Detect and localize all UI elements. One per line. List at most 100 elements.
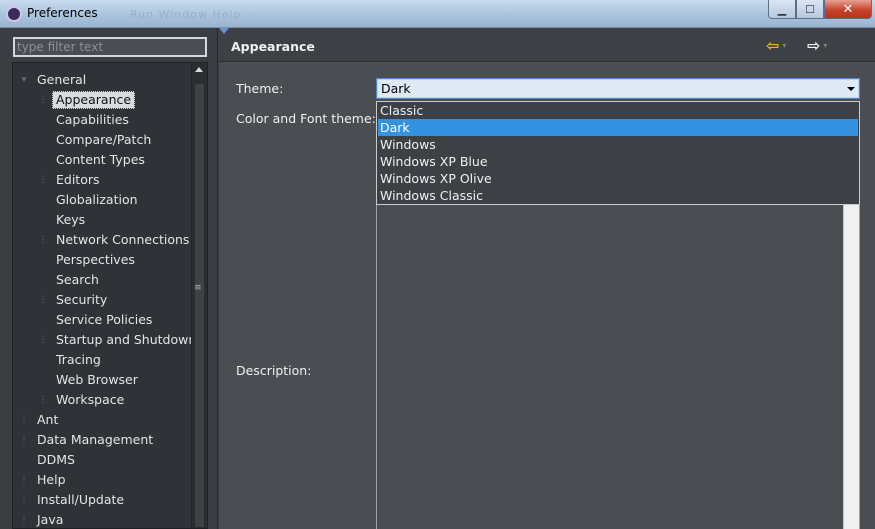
- tree-item-label: Data Management: [37, 432, 154, 447]
- tree-item-label: Capabilities: [56, 112, 129, 127]
- tree-item-label: Ant: [37, 412, 59, 427]
- description-label: Description:: [236, 363, 312, 378]
- back-button[interactable]: ⇦ ▾: [766, 35, 786, 55]
- tree-item-label: Startup and Shutdown: [56, 332, 197, 347]
- tree-item-label: Perspectives: [56, 252, 135, 267]
- tree-connector-icon: ⋮: [38, 235, 48, 245]
- theme-option-windows[interactable]: Windows: [378, 136, 858, 153]
- tree-item-appearance[interactable]: ⋮ Appearance: [13, 90, 191, 110]
- scrollbar-thumb[interactable]: [194, 83, 205, 528]
- tree-item-ddms[interactable]: DDMS: [13, 450, 191, 470]
- view-menu-icon[interactable]: [219, 28, 229, 34]
- tree-item-label: Search: [56, 272, 99, 287]
- forward-arrow-icon: ⇨: [807, 35, 821, 55]
- tree-connector-icon: ⋮: [38, 175, 48, 185]
- tree-item-compare-patch[interactable]: Compare/Patch: [13, 130, 191, 150]
- tree-connector-icon: ⋮: [19, 515, 29, 525]
- close-icon: ✕: [842, 1, 854, 17]
- tree-item-perspectives[interactable]: Perspectives: [13, 250, 191, 270]
- tree-item-label: Compare/Patch: [56, 132, 152, 147]
- tree-item-startup-and-shutdown[interactable]: ⋮ Startup and Shutdown: [13, 330, 197, 350]
- tree-item-search[interactable]: Search: [13, 270, 191, 290]
- tree-item-label: Network Connections: [56, 232, 190, 247]
- tree-item-security[interactable]: ⋮ Security: [13, 290, 191, 310]
- theme-label: Theme:: [236, 81, 284, 96]
- theme-select-value: Dark: [381, 81, 411, 96]
- preference-tree: ▾ General ⋮ Appearance Capabilities Compare/P…: [12, 62, 208, 529]
- tree-item-data-management[interactable]: ⋮ Data Management: [13, 430, 191, 450]
- theme-select[interactable]: Dark: [376, 78, 860, 99]
- tree-item-label: Help: [37, 472, 66, 487]
- filter-field[interactable]: [13, 37, 207, 57]
- tree-connector-icon: ⋮: [38, 295, 48, 305]
- tree-item-content-types[interactable]: Content Types: [13, 150, 191, 170]
- tree-item-label: Editors: [56, 172, 100, 187]
- tree-connector-icon: ⋮: [38, 95, 48, 105]
- scrollbar-grip-icon: ≡: [194, 283, 202, 293]
- window-title: Preferences: [27, 6, 98, 20]
- tree-item-label: Workspace: [56, 392, 125, 407]
- eclipse-app-icon: [6, 6, 22, 22]
- back-arrow-icon: ⇦: [766, 35, 780, 55]
- preferences-navigation-pane: ▾ General ⋮ Appearance Capabilities Compare/P…: [0, 28, 218, 529]
- description-scrollbar[interactable]: [843, 205, 859, 529]
- tree-connector-icon: ⋮: [38, 335, 48, 345]
- close-button[interactable]: ✕: [824, 0, 872, 19]
- forward-dropdown-icon[interactable]: ▾: [823, 41, 827, 50]
- tree-item-label: Service Policies: [56, 312, 153, 327]
- tree-connector-icon: ⋮: [19, 495, 29, 505]
- chevron-down-icon[interactable]: [847, 87, 855, 91]
- tree-item-label: Appearance: [52, 91, 136, 109]
- expand-toggle-icon[interactable]: ▾: [19, 70, 29, 90]
- tree-item-ant[interactable]: ⋮ Ant: [13, 410, 191, 430]
- tree-item-install-update[interactable]: ⋮ Install/Update: [13, 490, 191, 510]
- tree-item-label: Java: [37, 512, 64, 527]
- forward-button[interactable]: ⇨ ▾: [807, 35, 827, 55]
- color-font-theme-label: Color and Font theme:: [236, 111, 376, 126]
- tree-item-keys[interactable]: Keys: [13, 210, 191, 230]
- page-title: Appearance: [231, 39, 315, 54]
- tree-connector-icon: ⋮: [19, 435, 29, 445]
- tree-item-label: Content Types: [56, 152, 145, 167]
- tree-item-label: Web Browser: [56, 372, 138, 387]
- tree-connector-icon: ⋮: [19, 475, 29, 485]
- tree-item-service-policies[interactable]: Service Policies: [13, 310, 191, 330]
- minimize-icon: ▁: [777, 2, 787, 16]
- theme-option-windows-xp-olive[interactable]: Windows XP Olive: [378, 170, 858, 187]
- tree-item-tracing[interactable]: Tracing: [13, 350, 191, 370]
- maximize-icon: ☐: [805, 2, 815, 16]
- description-text-area[interactable]: [376, 204, 860, 529]
- tree-item-label: Keys: [56, 212, 86, 227]
- tree-item-label: Globalization: [56, 192, 138, 207]
- theme-option-windows-classic[interactable]: Windows Classic: [378, 187, 858, 204]
- theme-option-windows-xp-blue[interactable]: Windows XP Blue: [378, 153, 858, 170]
- tree-item-editors[interactable]: ⋮ Editors: [13, 170, 191, 190]
- title-bar: Preferences Run Window Help ▁ ☐ ✕: [0, 0, 875, 28]
- tree-item-label: Tracing: [56, 352, 101, 367]
- tree-item-general[interactable]: ▾ General: [13, 70, 191, 90]
- tree-item-capabilities[interactable]: Capabilities: [13, 110, 191, 130]
- tree-item-label: Install/Update: [37, 492, 125, 507]
- tree-item-help[interactable]: ⋮ Help: [13, 470, 191, 490]
- tree-item-web-browser[interactable]: Web Browser: [13, 370, 191, 390]
- maximize-button[interactable]: ☐: [796, 0, 824, 19]
- background-menu-ghost: Run Window Help: [130, 8, 242, 21]
- back-dropdown-icon[interactable]: ▾: [782, 41, 786, 50]
- scroll-up-icon[interactable]: [195, 67, 203, 72]
- tree-item-label: Security: [56, 292, 108, 307]
- filter-input[interactable]: [15, 39, 205, 55]
- tree-connector-icon: ⋮: [19, 415, 29, 425]
- minimize-button[interactable]: ▁: [768, 0, 796, 19]
- tree-item-java[interactable]: ⋮ Java: [13, 510, 191, 528]
- page-header: Appearance ⇦ ▾ ⇨ ▾: [219, 28, 875, 62]
- theme-dropdown-list: Classic Dark Windows Windows XP Blue Windows…: [376, 101, 860, 205]
- tree-item-globalization[interactable]: Globalization: [13, 190, 191, 210]
- theme-option-classic[interactable]: Classic: [378, 102, 858, 119]
- tree-item-label: DDMS: [37, 452, 75, 467]
- tree-scrollbar[interactable]: ≡: [191, 63, 207, 528]
- tree-item-network-connections[interactable]: ⋮ Network Connections: [13, 230, 191, 250]
- theme-option-dark[interactable]: Dark: [378, 119, 858, 136]
- tree-item-workspace[interactable]: ⋮ Workspace: [13, 390, 191, 410]
- tree-item-label: General: [37, 72, 87, 87]
- tree-connector-icon: ⋮: [38, 395, 48, 405]
